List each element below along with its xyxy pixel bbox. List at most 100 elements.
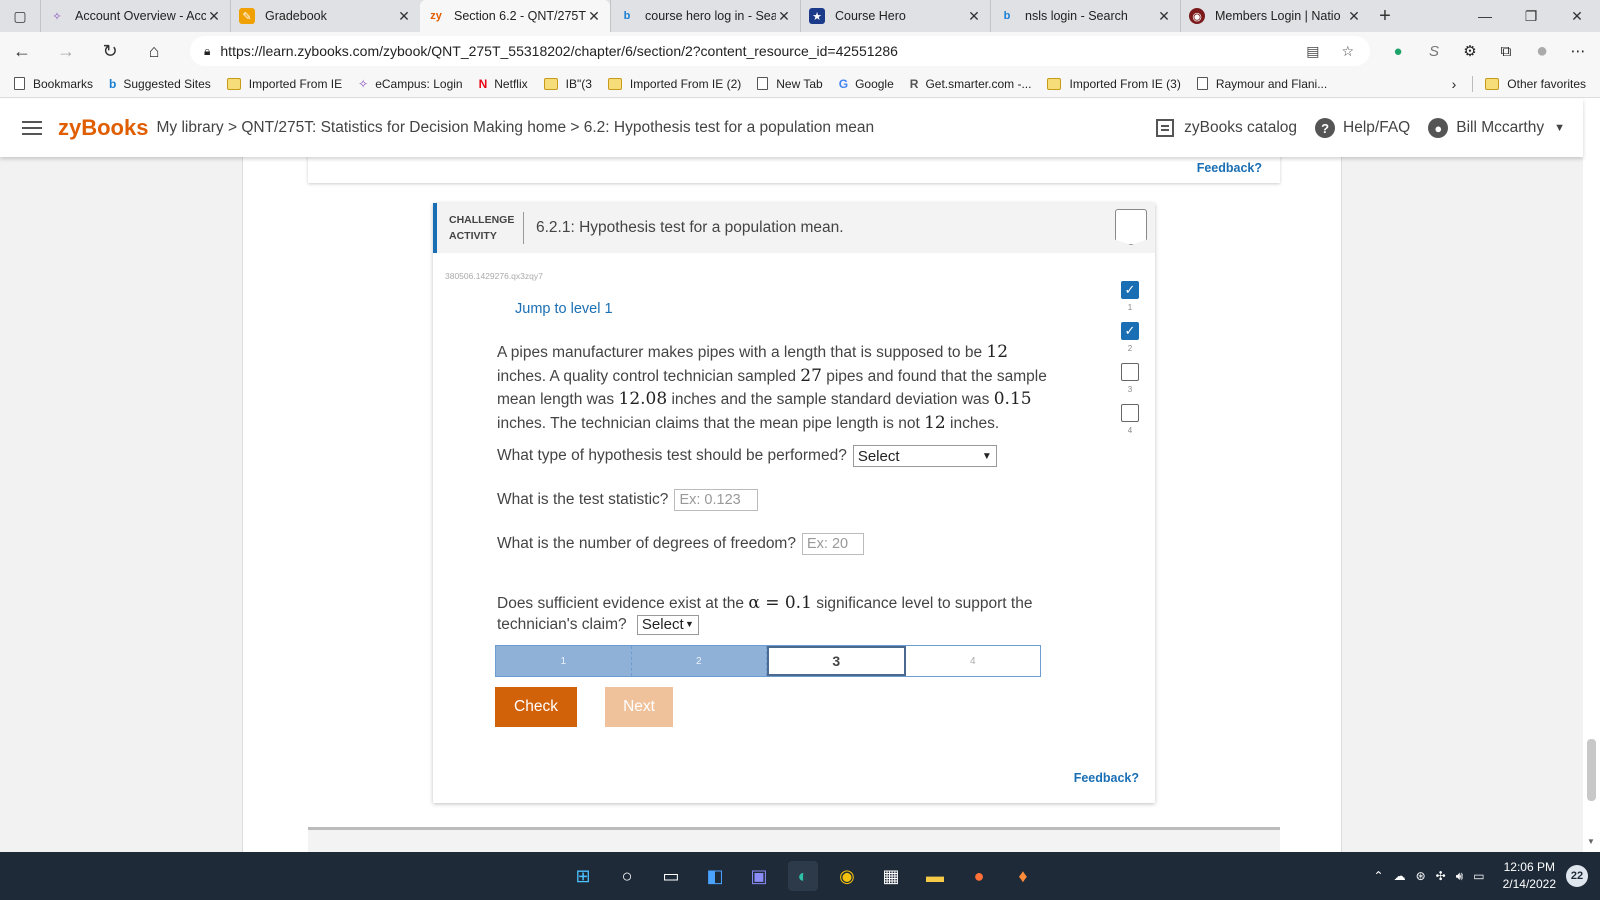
chevron-right-icon[interactable]: › — [1452, 76, 1457, 92]
caret-down-icon: ▼ — [1554, 122, 1565, 134]
level-number: 2 — [1127, 344, 1133, 353]
network-icon[interactable]: ⊛ — [1416, 869, 1426, 883]
refresh-icon[interactable]: ↻ — [88, 32, 132, 70]
close-icon[interactable]: ✕ — [206, 8, 222, 25]
close-icon[interactable]: ✕ — [396, 8, 412, 25]
close-icon[interactable]: ✕ — [1156, 8, 1172, 25]
chevron-down-icon: ▼ — [685, 619, 694, 630]
next-button[interactable]: Next — [605, 687, 673, 727]
read-aloud-icon[interactable]: ▤ — [1306, 43, 1319, 60]
chrome-icon[interactable]: ◉ — [832, 861, 862, 891]
challenge-activity-card: CHALLENGE ACTIVITY 6.2.1: Hypothesis tes… — [433, 203, 1155, 803]
profile-avatar-icon[interactable]: ● — [1524, 32, 1560, 70]
bookmark-bookmarks[interactable]: Bookmarks — [14, 77, 93, 91]
firefox-icon[interactable]: ● — [964, 861, 994, 891]
breadcrumb[interactable]: My library > QNT/275T: Statistics for De… — [156, 119, 874, 137]
test-type-select[interactable]: Select ▼ — [852, 445, 997, 467]
level-3-segment[interactable]: 3 — [767, 646, 906, 676]
bookmark-new-tab[interactable]: New Tab — [757, 77, 823, 91]
onedrive-cloud-icon[interactable]: ☁ — [1394, 869, 1406, 883]
battery-icon[interactable]: ▭ — [1473, 869, 1484, 883]
page-icon — [1196, 77, 1208, 90]
bluetooth-icon[interactable]: ✣ — [1436, 869, 1446, 883]
bookmark-ecampus[interactable]: ✧ eCampus: Login — [358, 77, 462, 91]
close-icon[interactable]: ✕ — [1346, 8, 1362, 25]
zybooks-logo[interactable]: zyBooks — [58, 115, 148, 141]
search-icon[interactable]: ○ — [612, 861, 642, 891]
tab-section-6-2[interactable]: zy Section 6.2 - QNT/275T ✕ — [420, 0, 610, 32]
volume-icon[interactable]: 🔊︎ — [1456, 869, 1464, 884]
tab-actions-icon[interactable]: ▢ — [0, 0, 40, 32]
scrollbar-thumb[interactable] — [1587, 739, 1596, 801]
bookmark-imported-ie-3[interactable]: Imported From IE (3) — [1047, 77, 1181, 91]
help-faq-link[interactable]: ? Help/FAQ — [1315, 118, 1410, 138]
feedback-link[interactable]: Feedback? — [1197, 161, 1262, 175]
user-menu[interactable]: ● Bill Mccarthy ▼ — [1428, 118, 1565, 138]
forward-arrow-icon[interactable]: → — [44, 32, 88, 70]
minimize-icon[interactable]: — — [1462, 0, 1508, 32]
bookmark-netflix[interactable]: N Netflix — [479, 77, 528, 91]
collections-icon[interactable]: ⧉ — [1488, 32, 1524, 70]
jump-to-level-link[interactable]: Jump to level 1 — [515, 301, 613, 317]
check-button[interactable]: Check — [495, 687, 577, 727]
tab-members-login[interactable]: ◉ Members Login | Natio ✕ — [1180, 0, 1370, 32]
bookmark-suggested-sites[interactable]: b Suggested Sites — [109, 77, 211, 91]
clock-time: 12:06 PM — [1503, 860, 1555, 874]
start-windows-icon[interactable]: ⊞ — [568, 861, 598, 891]
bookmark-ib3[interactable]: IB"(3 — [543, 77, 592, 91]
page-scrollbar[interactable]: ▼ — [1583, 99, 1600, 852]
browser-tab-bar: ▢ ✧ Account Overview - Acc ✕ ✎ Gradebook… — [0, 0, 1600, 32]
degrees-freedom-input[interactable]: Ex: 20 — [801, 533, 864, 555]
bookmark-other-favorites[interactable]: Other favorites — [1485, 77, 1586, 91]
bookmark-getsmarter[interactable]: R Get.smarter.com -... — [910, 77, 1032, 91]
app-pin-icon[interactable]: ♦ — [1008, 861, 1038, 891]
gradebook-icon: ✎ — [239, 8, 255, 24]
extensions-puzzle-icon[interactable]: ⚙ — [1452, 32, 1488, 70]
bookmark-imported-ie-2[interactable]: Imported From IE (2) — [607, 77, 741, 91]
bookmark-imported-ie[interactable]: Imported From IE — [226, 77, 342, 91]
clock[interactable]: 12:06 PM 2/14/2022 — [1503, 859, 1556, 893]
task-view-icon[interactable]: ▭ — [656, 861, 686, 891]
tab-gradebook[interactable]: ✎ Gradebook ✕ — [230, 0, 420, 32]
close-icon[interactable]: ✕ — [776, 8, 792, 25]
level-4-segment[interactable]: 4 — [905, 646, 1040, 676]
level-2-segment[interactable]: 2 — [631, 646, 767, 676]
close-window-icon[interactable]: ✕ — [1554, 0, 1600, 32]
menu-icon[interactable] — [22, 117, 42, 139]
more-menu-icon[interactable]: ⋯ — [1560, 32, 1596, 70]
level-1-segment[interactable]: 1 — [496, 646, 632, 676]
home-icon[interactable]: ⌂ — [132, 32, 176, 70]
evidence-select[interactable]: Select ▼ — [636, 614, 699, 635]
edge-browser-icon[interactable]: ◐ — [788, 861, 818, 891]
zybooks-catalog-link[interactable]: zyBooks catalog — [1156, 119, 1297, 137]
restore-icon[interactable]: ❐ — [1508, 0, 1554, 32]
bookmark-google[interactable]: G Google — [839, 77, 894, 91]
grammarly-icon[interactable]: ● — [1380, 32, 1416, 70]
zybooks-icon: zy — [430, 10, 442, 22]
notification-badge[interactable]: 22 — [1566, 865, 1588, 887]
close-icon[interactable]: ✕ — [966, 8, 982, 25]
file-explorer-icon[interactable]: ▬ — [920, 861, 950, 891]
teams-chat-icon[interactable]: ▣ — [744, 861, 774, 891]
math-value: 27 — [800, 365, 822, 386]
extension-s-icon[interactable]: S — [1416, 32, 1452, 70]
scroll-down-icon[interactable]: ▼ — [1587, 837, 1595, 846]
bookmark-divider — [1472, 76, 1474, 92]
bookmark-raymour[interactable]: Raymour and Flani... — [1196, 77, 1327, 91]
store-icon[interactable]: ▦ — [876, 861, 906, 891]
tab-account-overview[interactable]: ✧ Account Overview - Acc ✕ — [40, 0, 230, 32]
url-field[interactable]: 🔒︎ https://learn.zybooks.com/zybook/QNT_… — [190, 36, 1370, 66]
tab-course-hero-search[interactable]: b course hero log in - Sea ✕ — [610, 0, 800, 32]
feedback-link[interactable]: Feedback? — [1074, 771, 1139, 785]
widgets-icon[interactable]: ◧ — [700, 861, 730, 891]
new-tab-plus-icon[interactable]: + — [1370, 5, 1400, 28]
favorite-star-icon[interactable]: ☆ — [1341, 43, 1354, 60]
question-sufficient-evidence: Does sufficient evidence exist at the α … — [497, 593, 1057, 635]
close-icon[interactable]: ✕ — [586, 8, 602, 25]
tab-course-hero[interactable]: ★ Course Hero ✕ — [800, 0, 990, 32]
back-arrow-icon[interactable]: ← — [0, 32, 44, 70]
page-content: Feedback? CHALLENGE ACTIVITY 6.2.1: Hypo… — [0, 157, 1583, 852]
tab-nsls-search[interactable]: b nsls login - Search ✕ — [990, 0, 1180, 32]
tray-overflow-chevron-icon[interactable]: ⌃ — [1374, 869, 1384, 883]
test-statistic-input[interactable]: Ex: 0.123 — [674, 489, 759, 511]
